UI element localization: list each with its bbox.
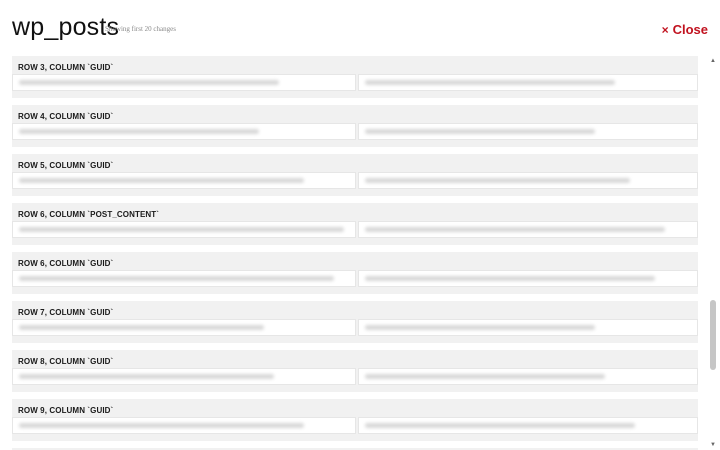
change-item: ROW 6, COLUMN `POST_CONTENT` bbox=[12, 203, 698, 245]
change-item: ROW 3, COLUMN `GUID` bbox=[12, 56, 698, 98]
scroll-track[interactable] bbox=[708, 68, 718, 438]
change-label: ROW 6, COLUMN `POST_CONTENT` bbox=[18, 210, 160, 219]
new-value-field[interactable] bbox=[358, 270, 698, 287]
changes-list[interactable]: ROW 3, COLUMN `GUID` ROW 4, COLUMN `GUID… bbox=[12, 56, 698, 450]
old-value-field[interactable] bbox=[12, 270, 356, 287]
change-item: ROW 8, COLUMN `GUID` bbox=[12, 350, 698, 392]
diff-modal: wp_posts Showing first 20 changes × Clos… bbox=[0, 0, 720, 450]
change-label: ROW 7, COLUMN `GUID` bbox=[18, 308, 114, 317]
old-value-field[interactable] bbox=[12, 417, 356, 434]
old-value-field[interactable] bbox=[12, 123, 356, 140]
scroll-up-icon[interactable]: ▲ bbox=[708, 56, 718, 66]
new-value-field[interactable] bbox=[358, 221, 698, 238]
old-value-field[interactable] bbox=[12, 74, 356, 91]
close-icon: × bbox=[661, 23, 669, 37]
change-label: ROW 9, COLUMN `GUID` bbox=[18, 406, 114, 415]
changes-count-note: Showing first 20 changes bbox=[105, 25, 176, 33]
change-item: ROW 6, COLUMN `GUID` bbox=[12, 252, 698, 294]
modal-header: wp_posts Showing first 20 changes × Clos… bbox=[0, 0, 720, 56]
new-value-field[interactable] bbox=[358, 74, 698, 91]
change-item: ROW 9, COLUMN `GUID` bbox=[12, 399, 698, 441]
change-label: ROW 6, COLUMN `GUID` bbox=[18, 259, 114, 268]
old-value-field[interactable] bbox=[12, 221, 356, 238]
old-value-field[interactable] bbox=[12, 368, 356, 385]
scroll-down-icon[interactable]: ▼ bbox=[708, 440, 718, 450]
close-label: Close bbox=[672, 22, 708, 37]
change-item: ROW 4, COLUMN `GUID` bbox=[12, 105, 698, 147]
scroll-thumb[interactable] bbox=[710, 300, 716, 370]
old-value-field[interactable] bbox=[12, 319, 356, 336]
change-label: ROW 3, COLUMN `GUID` bbox=[18, 63, 114, 72]
new-value-field[interactable] bbox=[358, 368, 698, 385]
close-button[interactable]: × Close bbox=[662, 21, 708, 39]
change-item: ROW 7, COLUMN `GUID` bbox=[12, 301, 698, 343]
new-value-field[interactable] bbox=[358, 123, 698, 140]
old-value-field[interactable] bbox=[12, 172, 356, 189]
change-label: ROW 8, COLUMN `GUID` bbox=[18, 357, 114, 366]
new-value-field[interactable] bbox=[358, 172, 698, 189]
vertical-scrollbar[interactable]: ▲ ▼ bbox=[708, 56, 718, 450]
new-value-field[interactable] bbox=[358, 417, 698, 434]
change-item: ROW 5, COLUMN `GUID` bbox=[12, 154, 698, 196]
new-value-field[interactable] bbox=[358, 319, 698, 336]
table-title: wp_posts bbox=[12, 13, 120, 41]
change-label: ROW 4, COLUMN `GUID` bbox=[18, 112, 114, 121]
change-label: ROW 5, COLUMN `GUID` bbox=[18, 161, 114, 170]
